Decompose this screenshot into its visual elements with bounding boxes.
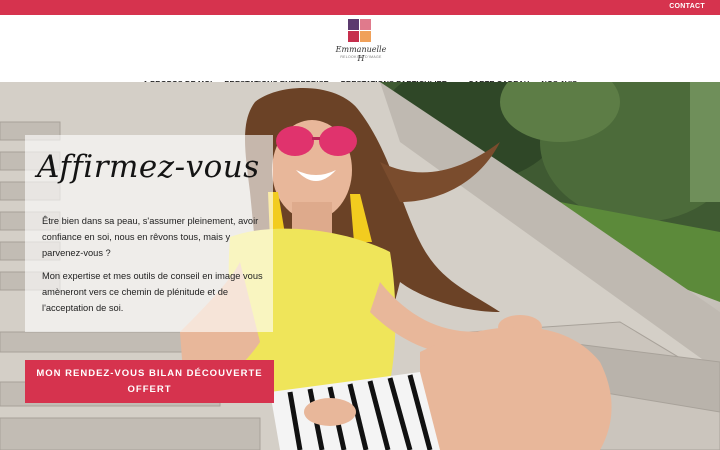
book-consultation-button[interactable]: MON RENDEZ-VOUS BILAN DÉCOUVERTE OFFERT — [25, 360, 274, 403]
contact-link[interactable]: CONTACT — [669, 3, 705, 10]
site-header: Emmanuelle H RELOOKING D'IMAGE A PROPOS … — [0, 15, 720, 88]
logo-square-purple — [348, 19, 359, 30]
hero-paragraph-1: Être bien dans sa peau, s'assumer pleine… — [42, 216, 259, 259]
logo-script: Emmanuelle H — [335, 45, 387, 63]
top-bar: CONTACT — [0, 0, 720, 15]
hero-text-panel: Affirmez-vous Être bien dans sa peau, s'… — [25, 135, 273, 332]
hero-section: Affirmez-vous Être bien dans sa peau, s'… — [0, 82, 720, 450]
hero-paragraph-2: Mon expertise et mes outils de conseil e… — [42, 271, 263, 314]
logo-tagline: RELOOKING D'IMAGE — [340, 55, 382, 59]
hero-title: Affirmez-vous — [37, 149, 260, 185]
logo-square-orange — [360, 31, 371, 42]
site-logo[interactable]: Emmanuelle H RELOOKING D'IMAGE — [333, 17, 389, 63]
logo-square-pink — [360, 19, 371, 30]
logo-square-red — [348, 31, 359, 42]
